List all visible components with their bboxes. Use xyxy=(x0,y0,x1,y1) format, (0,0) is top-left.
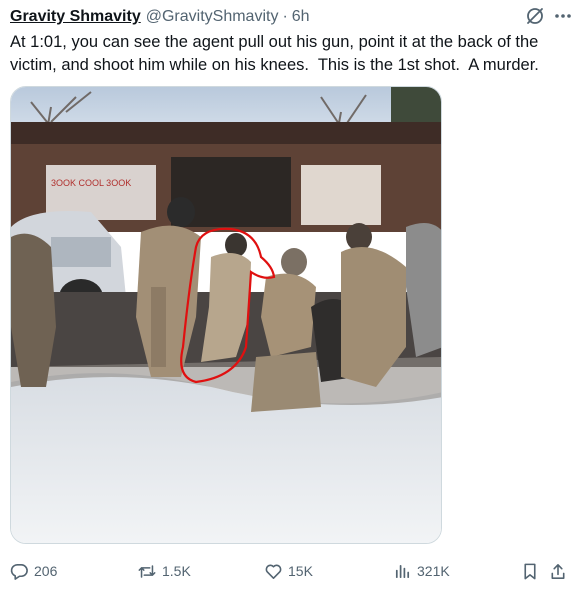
views-button[interactable]: 321K xyxy=(393,556,450,586)
like-count: 15K xyxy=(288,563,313,579)
post-text: At 1:01, you can see the agent pull out … xyxy=(10,33,543,74)
repost-button[interactable]: 1.5K xyxy=(137,556,191,586)
post-header: Gravity Shmavity @GravityShmavity · 6h xyxy=(10,6,310,28)
separator-dot: · xyxy=(282,8,288,25)
heart-icon xyxy=(265,564,282,579)
like-button[interactable]: 15K xyxy=(264,556,313,586)
repost-icon xyxy=(138,564,156,578)
more-button[interactable] xyxy=(553,5,573,27)
views-count: 321K xyxy=(417,563,450,579)
bookmark-icon xyxy=(524,563,536,579)
share-button[interactable] xyxy=(549,556,567,586)
reply-button[interactable]: 206 xyxy=(10,556,57,586)
repost-count: 1.5K xyxy=(162,563,191,579)
grok-button[interactable] xyxy=(524,5,546,27)
reply-icon xyxy=(10,563,28,580)
views-bar-chart-icon xyxy=(395,564,410,578)
bookmark-button[interactable] xyxy=(521,556,539,586)
reply-count: 206 xyxy=(34,563,58,579)
storefront-sign: 3OOK COOL 3OOK xyxy=(51,178,131,188)
more-dots-icon xyxy=(555,14,571,18)
video-frame: 3OOK COOL 3OOK xyxy=(11,87,441,543)
grok-icon xyxy=(527,8,543,24)
post: Gravity Shmavity @GravityShmavity · 6h A… xyxy=(0,0,576,600)
author-name[interactable]: Gravity Shmavity xyxy=(10,8,141,26)
author-handle[interactable]: @GravityShmavity xyxy=(146,8,279,26)
share-icon xyxy=(551,563,565,579)
post-video[interactable]: 3OOK COOL 3OOK xyxy=(10,86,442,544)
post-time[interactable]: 6h xyxy=(292,8,310,26)
action-bar: 206 1.5K 15K 321K xyxy=(0,556,576,586)
